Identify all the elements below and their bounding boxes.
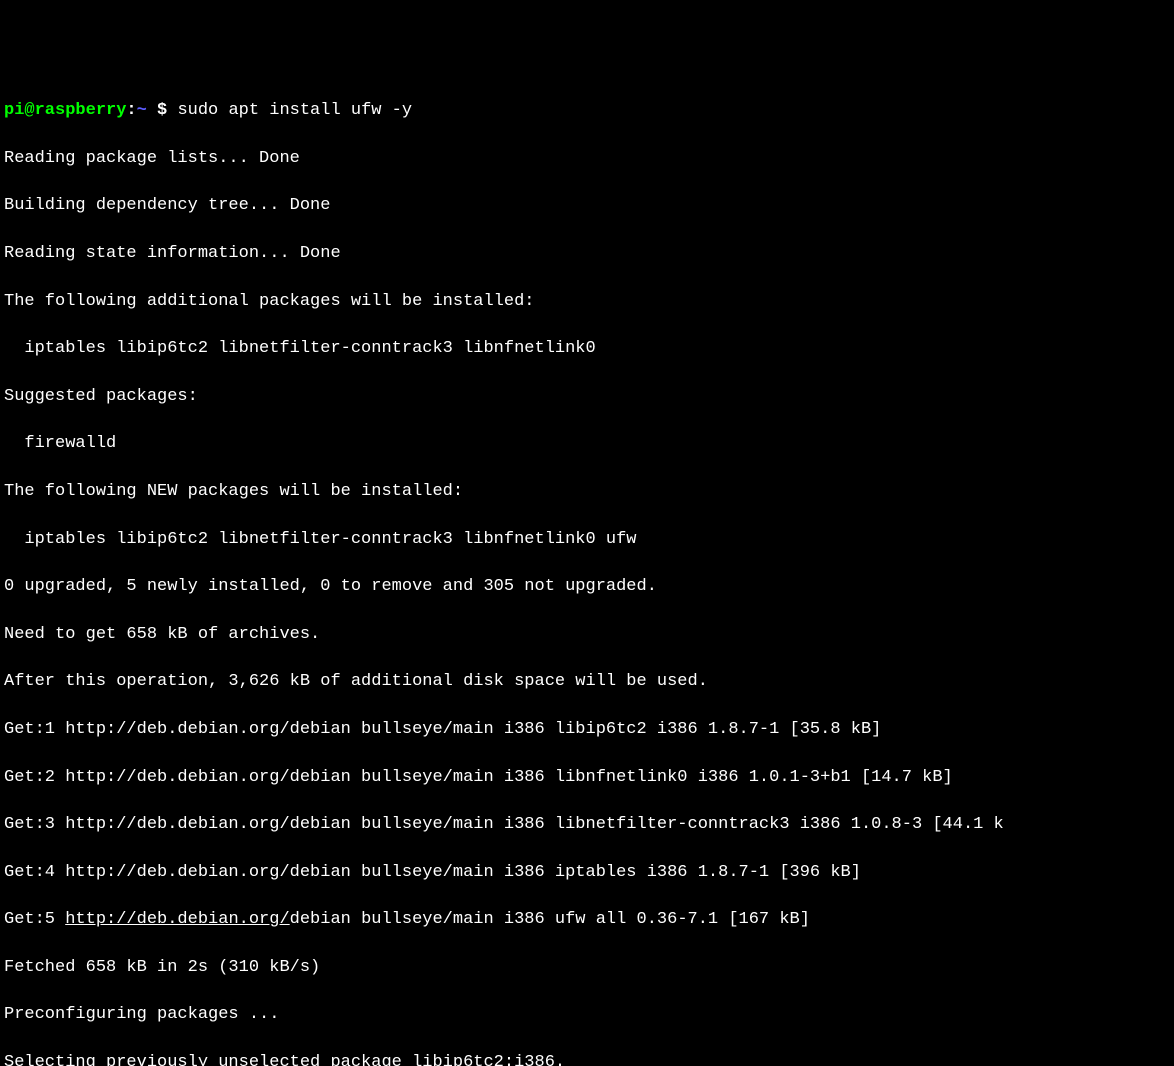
output-line: Get:2 http://deb.debian.org/debian bulls… [4,766,1170,790]
output-text: Get:5 [4,910,65,929]
output-text: debian bullseye/main i386 ufw all 0.36-7… [290,910,810,929]
output-line: The following additional packages will b… [4,290,1170,314]
output-line: Get:3 http://deb.debian.org/debian bulls… [4,813,1170,837]
output-line: Building dependency tree... Done [4,194,1170,218]
output-line: 0 upgraded, 5 newly installed, 0 to remo… [4,575,1170,599]
prompt-colon: : [126,101,136,120]
output-url: http://deb.debian.org/ [65,910,289,929]
output-line: Get:5 http://deb.debian.org/debian bulls… [4,908,1170,932]
output-line: Get:1 http://deb.debian.org/debian bulls… [4,718,1170,742]
command-text: sudo apt install ufw -y [177,101,412,120]
output-line: Reading package lists... Done [4,147,1170,171]
prompt-line: pi@raspberry:~ $ sudo apt install ufw -y [4,99,1170,123]
output-line: iptables libip6tc2 libnetfilter-conntrac… [4,337,1170,361]
output-line: Selecting previously unselected package … [4,1051,1170,1066]
output-line: The following NEW packages will be insta… [4,480,1170,504]
terminal-output[interactable]: pi@raspberry:~ $ sudo apt install ufw -y… [4,99,1170,1066]
output-line: Reading state information... Done [4,242,1170,266]
prompt-user: pi@raspberry [4,101,126,120]
output-line: After this operation, 3,626 kB of additi… [4,670,1170,694]
output-line: firewalld [4,432,1170,456]
prompt-path: ~ [137,101,157,120]
prompt-dollar: $ [157,101,177,120]
output-line: Preconfiguring packages ... [4,1003,1170,1027]
output-line: Suggested packages: [4,385,1170,409]
output-line: Fetched 658 kB in 2s (310 kB/s) [4,956,1170,980]
output-line: iptables libip6tc2 libnetfilter-conntrac… [4,528,1170,552]
output-line: Need to get 658 kB of archives. [4,623,1170,647]
output-line: Get:4 http://deb.debian.org/debian bulls… [4,861,1170,885]
